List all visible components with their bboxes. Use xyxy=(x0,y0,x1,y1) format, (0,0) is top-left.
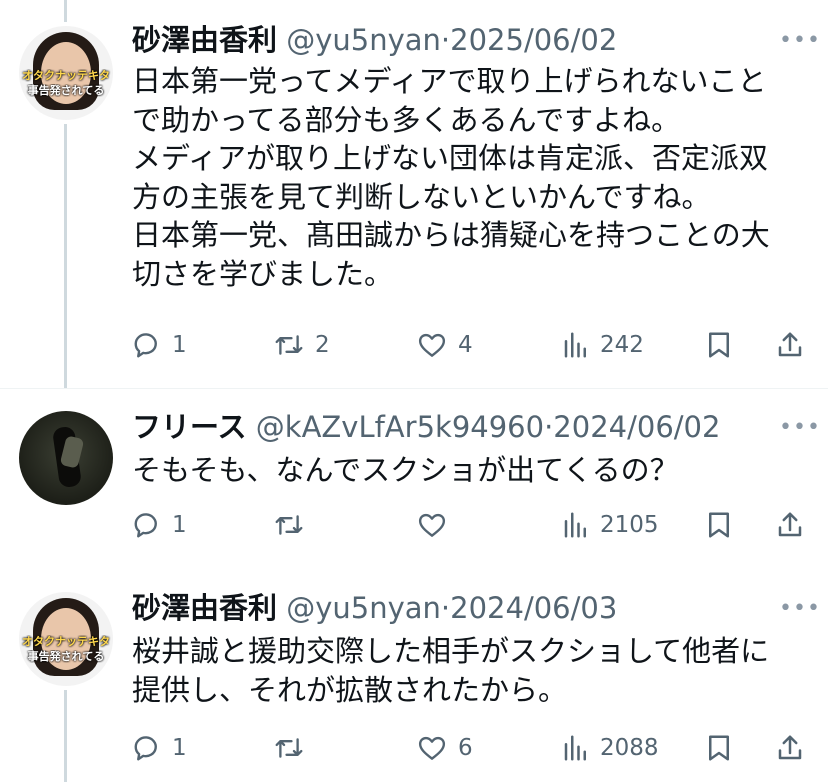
retweet-button[interactable]: 2 xyxy=(273,325,330,365)
views-button[interactable]: 2088 xyxy=(562,728,659,768)
separator-dot: · xyxy=(544,410,554,444)
avatar[interactable]: オタクナッテキタ 事告発されてる xyxy=(19,592,113,686)
heart-icon xyxy=(418,333,446,357)
share-button[interactable] xyxy=(775,728,805,768)
share-button[interactable] xyxy=(775,505,805,545)
separator-dot: · xyxy=(440,23,451,57)
like-count: 6 xyxy=(458,735,473,761)
more-icon[interactable]: ••• xyxy=(779,30,821,52)
heart-icon xyxy=(418,736,446,760)
action-bar: 1 2 4 242 xyxy=(0,325,828,365)
display-name[interactable]: 砂澤由香利 xyxy=(132,23,277,57)
tweet-header: 砂澤由香利 @yu5nyan·2024/06/03 xyxy=(132,590,617,626)
views-icon xyxy=(564,735,586,761)
like-count: 4 xyxy=(458,332,473,358)
tweet-text: そもそも、なんでスクショが出てくるの？ xyxy=(132,453,679,487)
tweet-text: 日本第一党ってメディアで取り上げられないこと で助かってる部分も多くあるんですよ… xyxy=(132,64,770,291)
retweet-count: 2 xyxy=(315,332,330,358)
timestamp[interactable]: 2024/06/02 xyxy=(553,410,720,444)
reply-button[interactable]: 1 xyxy=(132,505,187,545)
avatar-overlay-text: 事告発されてる xyxy=(27,650,105,663)
reply-icon xyxy=(134,333,157,358)
reply-count: 1 xyxy=(172,735,187,761)
user-handle[interactable]: @yu5nyan xyxy=(286,23,441,57)
share-icon xyxy=(778,512,802,537)
views-icon xyxy=(564,512,586,538)
display-name[interactable]: フリース xyxy=(132,410,247,444)
action-bar: 1 6 2088 xyxy=(0,728,828,768)
tweet-text: 桜井誠と援助交際した相手がスクショして他者に 提供し、それが拡散されたから。 xyxy=(132,634,770,707)
bookmark-icon xyxy=(709,332,729,358)
view-count: 242 xyxy=(600,332,644,358)
views-button[interactable]: 2105 xyxy=(562,505,659,545)
share-button[interactable] xyxy=(775,325,805,365)
retweet-icon xyxy=(275,515,303,535)
views-button[interactable]: 242 xyxy=(562,325,644,365)
more-icon[interactable]: ••• xyxy=(779,598,821,620)
display-name[interactable]: 砂澤由香利 xyxy=(132,591,277,625)
tweet[interactable]: オタクナッテキタ 事告発されてる 砂澤由香利 @yu5nyan·2024/06/… xyxy=(0,570,828,782)
avatar[interactable]: オタクナッテキタ 事告発されてる xyxy=(19,26,113,120)
avatar-overlay-text: オタクナッテキタ xyxy=(22,635,110,648)
avatar-overlay-text: 事告発されてる xyxy=(27,84,105,97)
like-button[interactable] xyxy=(416,505,458,545)
retweet-button[interactable] xyxy=(273,505,315,545)
view-count: 2088 xyxy=(600,735,659,761)
like-button[interactable]: 6 xyxy=(416,728,473,768)
share-icon xyxy=(778,735,802,760)
reply-button[interactable]: 1 xyxy=(132,728,187,768)
share-icon xyxy=(778,332,802,357)
reply-count: 1 xyxy=(172,332,187,358)
reply-icon xyxy=(134,736,157,761)
reply-icon xyxy=(134,513,157,538)
bookmark-icon xyxy=(709,735,729,761)
bookmark-button[interactable] xyxy=(705,505,733,545)
retweet-icon xyxy=(275,738,303,758)
reply-count: 1 xyxy=(172,512,187,538)
view-count: 2105 xyxy=(600,512,659,538)
action-bar: 1 2105 xyxy=(0,505,828,545)
bookmark-button[interactable] xyxy=(705,728,733,768)
tweet-header: フリース @kAZvLfAr5k94960·2024/06/02 xyxy=(132,409,720,445)
thread-line xyxy=(64,0,67,22)
views-icon xyxy=(564,332,586,358)
tweet[interactable]: フリース @kAZvLfAr5k94960·2024/06/02 ••• そもそ… xyxy=(0,389,828,569)
user-handle[interactable]: @yu5nyan xyxy=(286,591,441,625)
heart-icon xyxy=(418,513,446,537)
bookmark-button[interactable] xyxy=(705,325,733,365)
more-icon[interactable]: ••• xyxy=(779,417,821,439)
avatar-overlay-text: オタクナッテキタ xyxy=(22,69,110,82)
like-button[interactable]: 4 xyxy=(416,325,473,365)
timestamp[interactable]: 2024/06/03 xyxy=(450,591,617,625)
tweet[interactable]: オタクナッテキタ 事告発されてる 砂澤由香利 @yu5nyan·2025/06/… xyxy=(0,0,828,388)
avatar[interactable] xyxy=(19,411,113,505)
retweet-icon xyxy=(275,335,303,355)
timestamp[interactable]: 2025/06/02 xyxy=(450,23,617,57)
separator-dot: · xyxy=(440,591,451,625)
retweet-button[interactable] xyxy=(273,728,315,768)
reply-button[interactable]: 1 xyxy=(132,325,187,365)
user-handle[interactable]: @kAZvLfAr5k94960 xyxy=(256,410,544,444)
tweet-header: 砂澤由香利 @yu5nyan·2025/06/02 xyxy=(132,22,617,58)
bookmark-icon xyxy=(709,512,729,538)
